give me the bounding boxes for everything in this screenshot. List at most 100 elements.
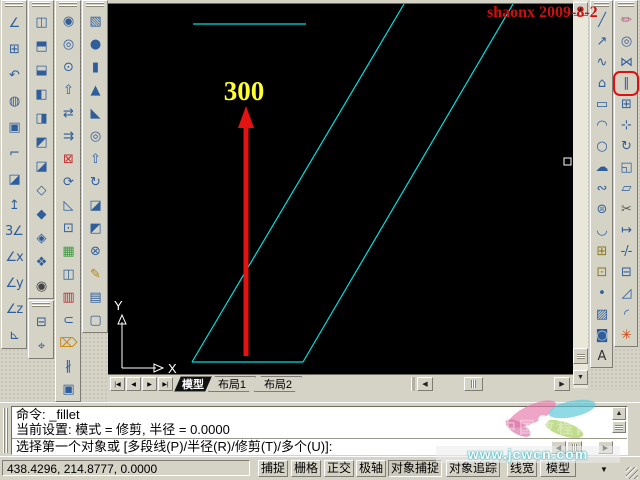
status-toggle-对象追踪[interactable]: 对象追踪 [446, 460, 500, 477]
color-faces-button[interactable]: ▦ [56, 240, 80, 263]
z-axis-rotate-ucs-button[interactable]: ∠z [2, 296, 26, 322]
union-button[interactable]: ◉ [56, 10, 80, 33]
front-view-button[interactable]: ◩ [29, 130, 53, 154]
origin-ucs-button[interactable]: ⌐ [2, 140, 26, 166]
x-axis-rotate-ucs-button[interactable]: ∠x [2, 244, 26, 270]
command-scroll-thumb[interactable] [612, 421, 626, 433]
tab-布局2[interactable]: 布局2 [254, 376, 302, 392]
polyline-button[interactable]: ∿ [591, 52, 612, 73]
ucs-dialog-button[interactable]: ⊞ [2, 36, 26, 62]
torus-button[interactable]: ◎ [83, 125, 107, 148]
move-button[interactable]: ⊹ [615, 115, 637, 136]
slice-button[interactable]: ◪ [83, 194, 107, 217]
command-text-area[interactable]: 命令: _fillet 当前设置: 模式 = 修剪, 半径 = 0.0000 选… [11, 406, 628, 455]
extend-button[interactable]: ↦ [615, 220, 637, 241]
cone-button[interactable]: ▲ [83, 79, 107, 102]
hatch-button[interactable]: ▨ [591, 304, 612, 325]
tab-nav-button-3[interactable]: ▶| [158, 377, 173, 391]
face-ucs-button[interactable]: ◪ [2, 166, 26, 192]
window-resize-grip[interactable] [626, 467, 638, 479]
sphere-button[interactable]: ● [83, 33, 107, 56]
copy-edges-button[interactable]: ◫ [56, 263, 80, 286]
tab-布局1[interactable]: 布局1 [208, 376, 256, 392]
toolbar-grab-handle[interactable] [29, 301, 53, 310]
break-at-point-button[interactable]: -/- [615, 241, 637, 262]
scale-button[interactable]: ◱ [615, 157, 637, 178]
vertical-scroll-thumb[interactable] [573, 348, 588, 364]
setup-view-button[interactable]: ▢ [83, 309, 107, 332]
chamfer-button[interactable]: ◿ [615, 283, 637, 304]
break-button[interactable]: ⊟ [615, 262, 637, 283]
explode-button[interactable]: ✳ [615, 325, 637, 346]
arc-button[interactable]: ◠ [591, 115, 612, 136]
mirror-button[interactable]: ⋈ [615, 52, 637, 73]
setup-drawing-button[interactable]: ✎ [83, 263, 107, 286]
command-hscroll-left-button[interactable]: ◀ [551, 441, 566, 454]
move-faces-button[interactable]: ⇄ [56, 102, 80, 125]
setup-profile-button[interactable]: ▤ [83, 286, 107, 309]
fillet-button[interactable]: ◜ [615, 304, 637, 325]
back-view-button[interactable]: ◪ [29, 154, 53, 178]
tab-nav-button-0[interactable]: |◀ [110, 377, 125, 391]
coordinate-readout[interactable]: 438.4296, 214.8777, 0.0000 [2, 460, 250, 476]
array-button[interactable]: ⊞ [615, 94, 637, 115]
left-view-button[interactable]: ◧ [29, 82, 53, 106]
hscroll-right-button[interactable]: ▶ [554, 377, 570, 391]
ne-isometric-view-button[interactable]: ◈ [29, 226, 53, 250]
taper-faces-button[interactable]: ◺ [56, 194, 80, 217]
three-point-ucs-button[interactable]: 3∠ [2, 218, 26, 244]
copy-button[interactable]: ◎ [615, 31, 637, 52]
status-toggle-极轴[interactable]: 极轴 [356, 460, 386, 477]
insert-block-button[interactable]: ⊞ [591, 241, 612, 262]
stretch-button[interactable]: ▱ [615, 178, 637, 199]
status-toggle-栅格[interactable]: 栅格 [291, 460, 321, 477]
tab-nav-button-1[interactable]: ◀ [126, 377, 141, 391]
top-view-button[interactable]: ⬒ [29, 34, 53, 58]
revision-cloud-button[interactable]: ☁ [591, 157, 612, 178]
polygon-button[interactable]: ⌂ [591, 73, 612, 94]
right-view-button[interactable]: ◨ [29, 106, 53, 130]
world-ucs-button[interactable]: ◍ [2, 88, 26, 114]
imprint-button[interactable]: ⊂ [56, 309, 80, 332]
trim-button[interactable]: ✂ [615, 199, 637, 220]
ucs-button[interactable]: ∠ [2, 10, 26, 36]
command-window-grip[interactable] [3, 408, 8, 453]
offset-button[interactable]: ∥ [615, 73, 637, 94]
point-button[interactable]: • [591, 283, 612, 304]
scroll-down-button[interactable]: ▼ [573, 370, 588, 385]
y-axis-rotate-ucs-button[interactable]: ∠y [2, 270, 26, 296]
section-button[interactable]: ◩ [83, 217, 107, 240]
make-block-button[interactable]: ⊡ [591, 262, 612, 283]
command-scroll-up-button[interactable]: ▲ [612, 407, 626, 420]
named-views-button[interactable]: ◫ [29, 10, 53, 34]
separate-button[interactable]: ∦ [56, 355, 80, 378]
rectangle-button[interactable]: ▭ [591, 94, 612, 115]
drawing-canvas[interactable]: YX 300 [108, 0, 573, 374]
rotate-faces-button[interactable]: ⟳ [56, 171, 80, 194]
status-toggle-捕捉[interactable]: 捕捉 [258, 460, 288, 477]
status-toggle-线宽[interactable]: 线宽 [507, 460, 537, 477]
wedge-button[interactable]: ◣ [83, 102, 107, 125]
status-menu-arrow-icon[interactable]: ▼ [600, 465, 608, 474]
construction-line-button[interactable]: ↗ [591, 31, 612, 52]
nw-isometric-view-button[interactable]: ❖ [29, 250, 53, 274]
hscroll-left-button[interactable]: ◀ [417, 377, 433, 391]
tab-nav-button-2[interactable]: ▶ [142, 377, 157, 391]
spline-button[interactable]: ∾ [591, 178, 612, 199]
sw-isometric-view-button[interactable]: ◇ [29, 178, 53, 202]
revolve-button[interactable]: ↻ [83, 171, 107, 194]
command-hscroll-right-button[interactable]: ▶ [598, 441, 613, 454]
circle-button[interactable]: ○ [591, 136, 612, 157]
status-toggle-正交[interactable]: 正交 [324, 460, 354, 477]
ellipse-arc-button[interactable]: ◡ [591, 220, 612, 241]
scrollbar-splitter[interactable] [411, 377, 415, 391]
status-toggle-对象捕捉[interactable]: 对象捕捉 [388, 460, 442, 477]
object-ucs-button[interactable]: ▣ [2, 114, 26, 140]
offset-faces-button[interactable]: ⇉ [56, 125, 80, 148]
region-button[interactable]: ◙ [591, 325, 612, 346]
extrude-faces-button[interactable]: ⇧ [56, 79, 80, 102]
multiline-text-button[interactable]: A [591, 346, 612, 367]
box-button[interactable]: ▧ [83, 10, 107, 33]
command-hscroll-thumb[interactable] [567, 441, 582, 454]
copy-faces-button[interactable]: ⊡ [56, 217, 80, 240]
